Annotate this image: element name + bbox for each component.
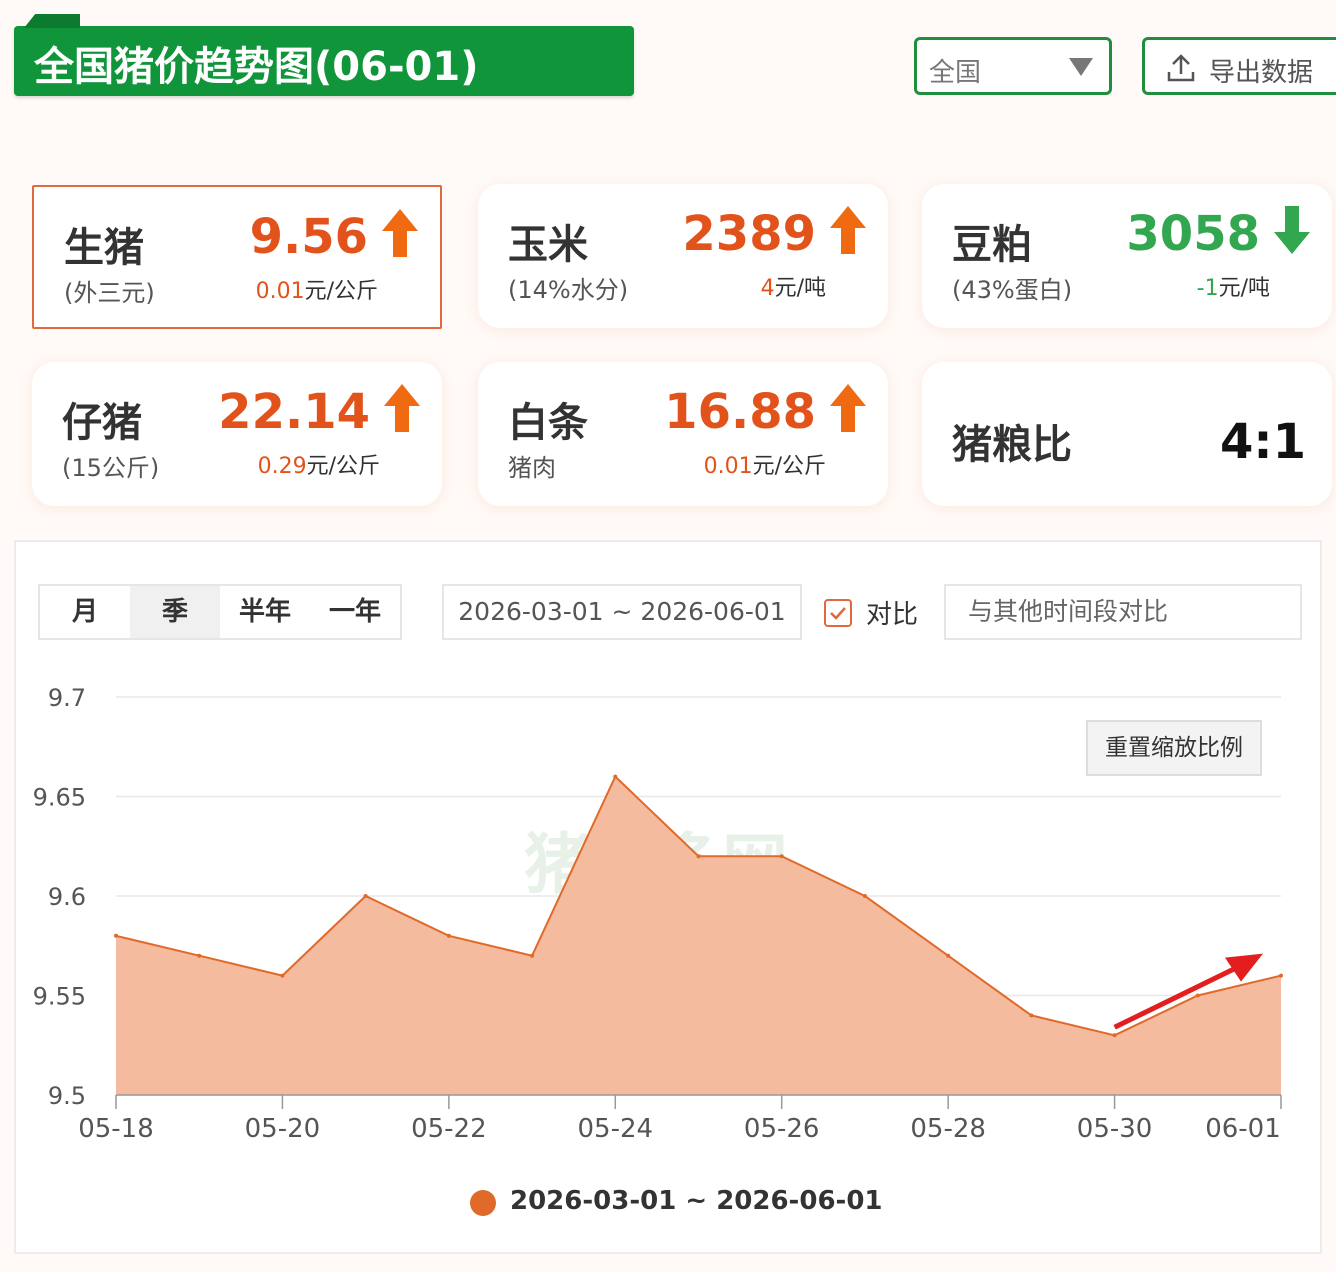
data-point (446, 933, 451, 938)
y-tick-label: 9.55 (33, 983, 86, 1011)
trend-arrow-head (1225, 953, 1263, 982)
arrow-down-icon (1274, 206, 1310, 254)
card-change-unit: 元/公斤 (304, 279, 378, 304)
card-name: 生猪 (64, 225, 144, 271)
export-data-label: 导出数据 (1209, 58, 1314, 88)
compare-checkbox[interactable] (824, 599, 852, 627)
card-sub: (15公斤) (62, 454, 160, 482)
date-range-input[interactable]: 2026-03-01 ~ 2026-06-01 (442, 584, 802, 640)
x-tick-label: 05-28 (910, 1114, 986, 1144)
x-tick-label: 05-18 (78, 1114, 154, 1144)
x-tick-label: 05-24 (578, 1114, 654, 1144)
y-tick-label: 9.7 (48, 684, 86, 712)
card-name: 仔猪 (62, 400, 142, 446)
data-point (1112, 1033, 1117, 1038)
card-live-hog[interactable]: 生猪 (外三元) 9.56 0.01元/公斤 (32, 185, 442, 329)
card-name: 猪粮比 (952, 422, 1072, 468)
card-change-unit: 元/公斤 (306, 454, 380, 479)
x-tick-label: 06-01 (1205, 1114, 1281, 1144)
card-change-unit: 元/吨 (1218, 276, 1270, 301)
card-pork-carcass[interactable]: 白条 猪肉 16.88 0.01元/公斤 (478, 362, 888, 506)
card-sub: (43%蛋白) (952, 276, 1073, 304)
card-sub: 猪肉 (508, 454, 556, 482)
data-point (1279, 973, 1283, 978)
region-select-value: 全国 (929, 58, 982, 88)
arrow-up-icon (384, 384, 420, 432)
card-name: 豆粕 (952, 222, 1032, 268)
card-price: 3058 (1126, 206, 1260, 262)
data-point (1195, 993, 1200, 998)
card-sub: (14%水分) (508, 276, 629, 304)
tab-range-quarter[interactable]: 季 (130, 586, 220, 638)
region-select[interactable]: 全国 (914, 37, 1112, 95)
export-data-button[interactable]: 导出数据 (1142, 37, 1336, 95)
upload-icon (1167, 54, 1195, 82)
card-price: 22.14 (218, 384, 370, 440)
card-change-unit: 元/吨 (774, 276, 826, 301)
title-banner: 全国猪价趋势图(06-01) (14, 14, 634, 96)
card-change: -1元/吨 (1197, 270, 1270, 302)
x-tick-label: 05-22 (411, 1114, 487, 1144)
tab-range-half-year[interactable]: 半年 (220, 586, 310, 638)
card-corn[interactable]: 玉米 (14%水分) 2389 4元/吨 (478, 184, 888, 328)
card-change-value: 4 (760, 276, 775, 301)
data-point (363, 894, 368, 898)
data-point (946, 953, 951, 958)
compare-range-input[interactable]: 与其他时间段对比 (944, 584, 1302, 640)
card-change-unit: 元/公斤 (752, 454, 826, 479)
data-point (530, 953, 535, 958)
card-change-value: 0.29 (257, 454, 307, 479)
card-sub: (外三元) (64, 279, 155, 307)
data-point (114, 933, 118, 938)
data-point (1029, 1013, 1034, 1018)
card-price: 9.56 (249, 209, 368, 265)
banner-notch (24, 14, 80, 28)
card-piglet[interactable]: 仔猪 (15公斤) 22.14 0.29元/公斤 (32, 362, 442, 506)
x-tick-label: 05-20 (245, 1114, 321, 1144)
y-tick-label: 9.5 (48, 1082, 86, 1110)
data-point (862, 894, 867, 898)
data-point (197, 953, 202, 958)
arrow-up-icon (830, 206, 866, 254)
card-name: 白条 (508, 400, 588, 446)
chevron-down-icon (1069, 58, 1093, 76)
y-tick-label: 9.65 (33, 784, 86, 812)
tab-range-year[interactable]: 一年 (310, 586, 400, 638)
card-change-value: -1 (1196, 276, 1219, 301)
data-point (280, 973, 285, 978)
reset-zoom-button[interactable]: 重置缩放比例 (1086, 720, 1262, 776)
arrow-up-icon (830, 384, 866, 432)
x-tick-label: 05-30 (1077, 1114, 1153, 1144)
data-point (779, 854, 784, 859)
card-hog-grain-ratio[interactable]: 猪粮比 4:1 (922, 362, 1332, 506)
card-soybean-meal[interactable]: 豆粕 (43%蛋白) 3058 -1元/吨 (922, 184, 1332, 328)
range-tabs: 月 季 半年 一年 (38, 584, 402, 640)
tab-range-month[interactable]: 月 (40, 586, 130, 638)
check-icon (830, 607, 846, 620)
y-tick-label: 9.6 (48, 883, 86, 911)
data-point (613, 774, 618, 779)
card-change-value: 0.01 (703, 454, 753, 479)
data-point (696, 854, 701, 859)
card-price: 16.88 (664, 384, 816, 440)
legend-label: 2026-03-01 ~ 2026-06-01 (510, 1186, 883, 1216)
card-change-value: 0.01 (255, 279, 305, 304)
x-tick-label: 05-26 (744, 1114, 820, 1144)
card-change: 0.01元/公斤 (256, 273, 378, 305)
card-ratio: 4:1 (1220, 414, 1306, 470)
legend-marker (470, 1190, 496, 1216)
card-change: 0.29元/公斤 (258, 448, 380, 480)
chart-panel: 9.59.559.69.659.7猪好多网05-1805-2005-2205-2… (14, 540, 1322, 1254)
card-change: 0.01元/公斤 (704, 448, 826, 480)
card-name: 玉米 (508, 222, 588, 268)
price-chart[interactable]: 9.59.559.69.659.7猪好多网05-1805-2005-2205-2… (16, 542, 1324, 1256)
card-price: 2389 (682, 206, 816, 262)
page-title: 全国猪价趋势图(06-01) (34, 44, 479, 90)
arrow-up-icon (382, 209, 418, 257)
card-change: 4元/吨 (761, 270, 826, 302)
compare-label: 对比 (866, 600, 919, 630)
